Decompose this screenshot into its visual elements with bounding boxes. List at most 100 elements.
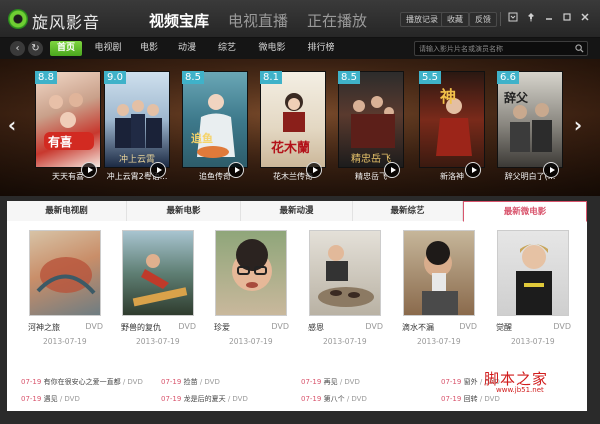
watermark-url: www.jb51.net (496, 386, 544, 394)
minimize-icon[interactable] (542, 12, 556, 26)
list-item[interactable]: 07-19 捡苗 / DVD (161, 377, 220, 388)
rating-badge: 8.1 (260, 71, 282, 84)
search-input[interactable] (419, 42, 569, 55)
list-item[interactable]: 07-19 龙是后的夏天 / DVD (161, 394, 248, 405)
poster-card[interactable]: 精忠岳飞 8.5 精忠岳飞 (338, 71, 404, 182)
film-date: 2013-07-19 (43, 337, 87, 346)
quality-badge: DVD (85, 322, 103, 331)
play-icon[interactable] (150, 162, 166, 178)
film-date: 2013-07-19 (417, 337, 461, 346)
poster-card[interactable]: 追鱼 8.5 追鱼传奇 (182, 71, 248, 182)
featured-carousel: ‹ › 有喜 8.8 天天有喜 冲上云霄 9.0 冲上云霄2粤语... 追鱼 8… (0, 59, 600, 196)
poster-image: 冲上云霄 (104, 71, 170, 168)
film-date: 2013-07-19 (136, 337, 180, 346)
svg-text:有喜: 有喜 (48, 134, 72, 149)
favorites-button[interactable]: 收藏 (441, 12, 469, 27)
play-icon[interactable] (384, 162, 400, 178)
svg-text:辞父: 辞父 (504, 90, 529, 105)
nav-item-tv-series[interactable]: 电视剧 (90, 41, 126, 56)
nav-item-micro-film[interactable]: 微电影 (254, 41, 290, 56)
list-badge: DVD (127, 378, 143, 386)
tab-video-library[interactable]: 视频宝库 (149, 10, 209, 31)
poster-image: 神 (419, 71, 485, 168)
app-name: 旋风影音 (32, 13, 101, 32)
list-item[interactable]: 07-19 再见 / DVD (301, 377, 360, 388)
quality-badge: DVD (553, 322, 571, 331)
rating-badge: 5.5 (419, 71, 441, 84)
list-badge: DVD (484, 395, 500, 403)
tab-latest-micro-film[interactable]: 最新微电影 (463, 201, 587, 222)
list-date: 07-19 (21, 395, 42, 403)
nav-item-home[interactable]: 首页 (50, 41, 82, 56)
category-nav: ‹ ↻ 首页 电视剧 电影 动漫 综艺 微电影 排行榜 (0, 38, 600, 59)
close-icon[interactable] (578, 12, 592, 26)
title-bar: 旋风影音 视频宝库 电视直播 正在播放 播放记录 收藏 反馈 (0, 0, 600, 38)
poster-card[interactable]: 辞父 6.6 辞父明白了(... (497, 71, 563, 182)
tab-latest-anime[interactable]: 最新动漫 (241, 201, 353, 221)
list-date: 07-19 (21, 378, 42, 386)
carousel-next-icon[interactable]: › (572, 115, 584, 135)
svg-text:精忠岳飞: 精忠岳飞 (351, 152, 391, 165)
tab-tv-live[interactable]: 电视直播 (228, 10, 288, 31)
svg-text:冲上云霄: 冲上云霄 (119, 153, 155, 165)
film-date: 2013-07-19 (511, 337, 555, 346)
film-thumbnail (309, 230, 381, 316)
film-date: 2013-07-19 (323, 337, 367, 346)
tab-latest-tv[interactable]: 最新电视剧 (7, 201, 127, 221)
carousel-prev-icon[interactable]: ‹ (6, 115, 18, 135)
list-title: 窗外 (463, 378, 478, 386)
app-logo-icon (8, 9, 28, 29)
film-date: 2013-07-19 (229, 337, 273, 346)
quality-badge: DVD (271, 322, 289, 331)
section-tabs: 最新电视剧 最新电影 最新动漫 最新综艺 最新微电影 (7, 201, 587, 222)
list-date: 07-19 (441, 378, 462, 386)
poster-image: 辞父 (497, 71, 563, 168)
nav-item-variety[interactable]: 综艺 (214, 41, 240, 56)
list-title: 第八个 (323, 395, 345, 403)
list-item[interactable]: 07-19 有你在很安心之爱一直都 / DVD (21, 377, 143, 388)
nav-item-movies[interactable]: 电影 (136, 41, 162, 56)
search-box (414, 41, 588, 56)
nav-item-anime[interactable]: 动漫 (174, 41, 200, 56)
svg-text:花木蘭: 花木蘭 (271, 140, 310, 156)
poster-card[interactable]: 神 5.5 新洛神 (419, 71, 485, 182)
skin-icon[interactable] (506, 12, 520, 26)
maximize-icon[interactable] (560, 12, 574, 26)
rating-badge: 6.6 (497, 71, 519, 84)
play-icon[interactable] (543, 162, 559, 178)
list-title: 回转 (463, 395, 478, 403)
poster-card[interactable]: 花木蘭 8.1 花木兰传奇 (260, 71, 326, 182)
list-date: 07-19 (161, 395, 182, 403)
poster-card[interactable]: 冲上云霄 9.0 冲上云霄2粤语... (104, 71, 170, 182)
feedback-button[interactable]: 反馈 (469, 12, 497, 27)
poster-image: 追鱼 (182, 71, 248, 168)
list-item[interactable]: 07-19 第八个 / DVD (301, 394, 367, 405)
quality-badge: DVD (459, 322, 477, 331)
list-date: 07-19 (441, 395, 462, 403)
play-icon[interactable] (306, 162, 322, 178)
list-row: 07-19 遇见 / DVD 07-19 龙是后的夏天 / DVD 07-19 … (7, 394, 587, 405)
poster-image: 花木蘭 (260, 71, 326, 168)
tab-latest-movies[interactable]: 最新电影 (127, 201, 241, 221)
play-icon[interactable] (465, 162, 481, 178)
list-badge: DVD (344, 378, 360, 386)
list-item[interactable]: 07-19 回转 / DVD (441, 394, 500, 405)
svg-text:追鱼: 追鱼 (191, 131, 213, 145)
search-icon[interactable] (575, 44, 584, 53)
list-badge: DVD (232, 395, 248, 403)
rating-badge: 9.0 (104, 71, 126, 84)
rating-badge: 8.5 (182, 71, 204, 84)
play-icon[interactable] (228, 162, 244, 178)
tab-latest-variety[interactable]: 最新综艺 (353, 201, 463, 221)
quality-badge: DVD (365, 322, 383, 331)
history-button[interactable]: 播放记录 (400, 12, 444, 27)
tab-now-playing[interactable]: 正在播放 (307, 10, 367, 31)
nav-item-ranking[interactable]: 排行榜 (303, 41, 339, 56)
refresh-icon[interactable]: ↻ (28, 41, 43, 56)
pin-icon[interactable] (524, 12, 538, 26)
play-icon[interactable] (81, 162, 97, 178)
film-thumbnail (403, 230, 475, 316)
back-arrow-icon[interactable]: ‹ (10, 41, 25, 56)
poster-card[interactable]: 有喜 8.8 天天有喜 (35, 71, 101, 182)
list-item[interactable]: 07-19 遇见 / DVD (21, 394, 80, 405)
